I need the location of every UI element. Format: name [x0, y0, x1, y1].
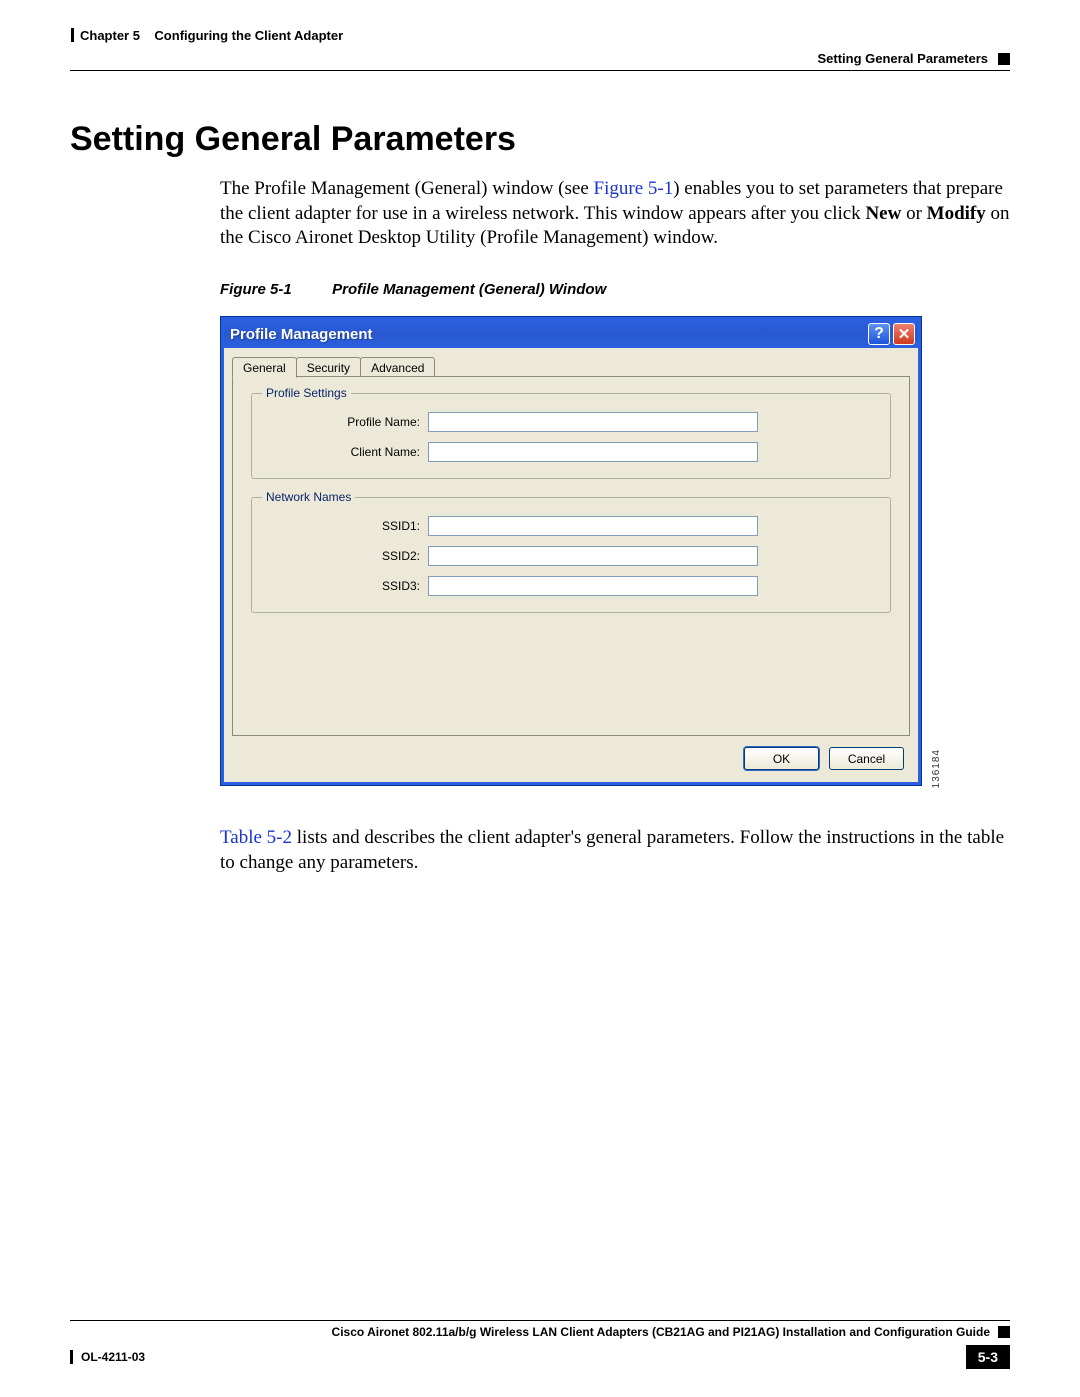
screenshot-id: 136184 [931, 749, 942, 788]
tab-security[interactable]: Security [296, 357, 361, 377]
doc-id: OL-4211-03 [81, 1350, 145, 1364]
label-profile-name: Profile Name: [268, 415, 428, 429]
row-profile-name: Profile Name: [268, 412, 874, 432]
intro-paragraph: The Profile Management (General) window … [220, 177, 1010, 251]
help-button[interactable]: ? [868, 323, 890, 345]
chapter-num: Chapter 5 [80, 28, 140, 43]
main-content: Setting General Parameters The Profile M… [70, 120, 1010, 885]
tabstrip: General Security Advanced [232, 356, 910, 377]
row-client-name: Client Name: [268, 442, 874, 462]
label-ssid1: SSID1: [268, 519, 428, 533]
bold-modify: Modify [927, 203, 986, 224]
input-ssid2[interactable] [428, 546, 758, 566]
window-title: Profile Management [230, 326, 865, 343]
section-heading: Setting General Parameters [70, 120, 1010, 159]
figure-caption-num: Figure 5-1 [220, 281, 328, 298]
input-ssid1[interactable] [428, 516, 758, 536]
table-ref-paragraph: Table 5-2 lists and describes the client… [220, 826, 1010, 875]
screenshot-container: Profile Management ? ✕ General Security … [220, 316, 938, 786]
input-profile-name[interactable] [428, 412, 758, 432]
intro-pre: The Profile Management (General) window … [220, 178, 594, 199]
titlebar[interactable]: Profile Management ? ✕ [224, 320, 918, 348]
header-rule [70, 70, 1010, 71]
header-accent-bar [71, 28, 74, 42]
ok-button[interactable]: OK [744, 747, 819, 770]
page-number: 5-3 [966, 1345, 1010, 1369]
group-legend-network: Network Names [262, 490, 355, 504]
para2-post: lists and describes the client adapter's… [220, 827, 1004, 873]
group-network-names: Network Names SSID1: SSID2: SSID3: [251, 497, 891, 613]
dialog-buttons: OK Cancel [232, 737, 910, 774]
figure-caption: Figure 5-1 Profile Management (General) … [220, 281, 1010, 298]
footer-square-icon [998, 1326, 1010, 1338]
intro-or: or [901, 203, 926, 224]
input-ssid3[interactable] [428, 576, 758, 596]
row-ssid1: SSID1: [268, 516, 874, 536]
label-client-name: Client Name: [268, 445, 428, 459]
doc-id-wrap: OL-4211-03 [70, 1350, 145, 1364]
bold-new: New [865, 203, 901, 224]
footer-rule [70, 1320, 1010, 1321]
group-legend-profile: Profile Settings [262, 386, 351, 400]
page-header: Chapter 5 Configuring the Client Adapter… [70, 28, 1010, 68]
header-square-icon [998, 53, 1010, 65]
group-profile-settings: Profile Settings Profile Name: Client Na… [251, 393, 891, 479]
profile-management-dialog: Profile Management ? ✕ General Security … [220, 316, 922, 786]
page-footer: Cisco Aironet 802.11a/b/g Wireless LAN C… [70, 1320, 1010, 1369]
row-ssid2: SSID2: [268, 546, 874, 566]
chapter-label: Chapter 5 Configuring the Client Adapter [70, 28, 343, 43]
table-link[interactable]: Table 5-2 [220, 827, 292, 848]
tab-advanced[interactable]: Advanced [360, 357, 435, 377]
figure-link[interactable]: Figure 5-1 [594, 178, 674, 199]
tab-general[interactable]: General [232, 357, 297, 378]
header-section-title: Setting General Parameters [817, 51, 988, 66]
tab-panel-general: Profile Settings Profile Name: Client Na… [232, 376, 910, 736]
chapter-title: Configuring the Client Adapter [154, 28, 343, 43]
label-ssid3: SSID3: [268, 579, 428, 593]
row-ssid3: SSID3: [268, 576, 874, 596]
guide-title: Cisco Aironet 802.11a/b/g Wireless LAN C… [332, 1325, 990, 1339]
label-ssid2: SSID2: [268, 549, 428, 563]
cancel-button[interactable]: Cancel [829, 747, 904, 770]
input-client-name[interactable] [428, 442, 758, 462]
footer-accent-bar [70, 1350, 73, 1364]
close-button[interactable]: ✕ [893, 323, 915, 345]
figure-caption-text: Profile Management (General) Window [332, 281, 606, 298]
dialog-body: General Security Advanced Profile Settin… [224, 348, 918, 782]
